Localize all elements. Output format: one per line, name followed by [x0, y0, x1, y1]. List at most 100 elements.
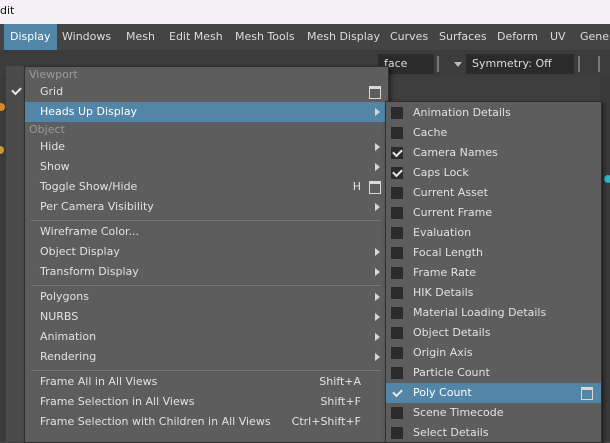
checkbox[interactable]: [391, 427, 403, 439]
menu-curves[interactable]: Curves: [384, 24, 434, 50]
hud-item-current-frame[interactable]: Current Frame: [386, 203, 601, 223]
checkbox[interactable]: [391, 367, 403, 379]
checkbox[interactable]: [391, 146, 403, 159]
menu-item-transform-display[interactable]: Transform Display: [25, 262, 388, 282]
checkbox[interactable]: [391, 407, 403, 419]
check-icon: [392, 166, 403, 178]
panel-indicator-icon: [604, 175, 610, 183]
checkbox[interactable]: [391, 107, 403, 119]
hud-item-animation-details[interactable]: Animation Details: [386, 103, 601, 123]
menu-item-grid[interactable]: Grid: [25, 82, 388, 102]
hud-item-material-loading-details[interactable]: Material Loading Details: [386, 303, 601, 323]
divider: [31, 220, 381, 221]
menu-item-frame-all[interactable]: Frame All in All Views Shift+A: [25, 372, 388, 392]
menu-surfaces[interactable]: Surfaces: [433, 24, 493, 50]
hud-item-particle-count[interactable]: Particle Count: [386, 363, 601, 383]
menu-bar: Display Windows Mesh Edit Mesh Mesh Tool…: [0, 24, 610, 51]
checkbox[interactable]: [391, 307, 403, 319]
shortcut: Shift+A: [319, 375, 361, 388]
submenu-arrow-icon: [375, 313, 380, 321]
checkbox[interactable]: [391, 267, 403, 279]
check-icon: [392, 386, 403, 398]
menu-deform[interactable]: Deform: [491, 24, 544, 50]
checkbox[interactable]: [391, 227, 403, 239]
hud-item-caps-lock[interactable]: Caps Lock: [386, 163, 601, 183]
hud-item-frame-rate[interactable]: Frame Rate: [386, 263, 601, 283]
menu-item-heads-up-display[interactable]: Heads Up Display: [25, 102, 388, 122]
menu-uv[interactable]: UV: [544, 24, 572, 50]
menu-item-nurbs[interactable]: NURBS: [25, 307, 388, 327]
hud-item-current-asset[interactable]: Current Asset: [386, 183, 601, 203]
check-column: [6, 66, 24, 441]
hud-item-label: Caps Lock: [413, 166, 469, 179]
hud-item-label: Scene Timecode: [413, 406, 504, 419]
hud-item-poly-count[interactable]: Poly Count: [386, 383, 601, 403]
hud-item-evaluation[interactable]: Evaluation: [386, 223, 601, 243]
dropdown-arrow-icon[interactable]: [454, 62, 462, 67]
title-bar: dit: [0, 0, 610, 24]
checkbox[interactable]: [391, 127, 403, 139]
symmetry-field[interactable]: Symmetry: Off: [466, 54, 574, 74]
option-box-icon[interactable]: [581, 387, 593, 400]
hud-item-label: Current Asset: [413, 186, 488, 199]
section-viewport: Viewport: [29, 68, 78, 81]
menu-edit-mesh[interactable]: Edit Mesh: [163, 24, 229, 50]
shortcut: Ctrl+Shift+F: [291, 415, 361, 428]
checkbox[interactable]: [391, 347, 403, 359]
hud-item-label: Material Loading Details: [413, 306, 547, 319]
menu-item-toggle-show-hide[interactable]: Toggle Show/Hide H: [25, 177, 388, 197]
checkbox[interactable]: [391, 287, 403, 299]
menu-mesh-display[interactable]: Mesh Display: [301, 24, 386, 50]
menu-item-show[interactable]: Show: [25, 157, 388, 177]
menu-item-animation[interactable]: Animation: [25, 327, 388, 347]
hud-item-camera-names[interactable]: Camera Names: [386, 143, 601, 163]
menu-item-frame-selection-children[interactable]: Frame Selection with Children in All Vie…: [25, 412, 388, 432]
menu-display[interactable]: Display: [4, 24, 57, 50]
hud-item-label: HIK Details: [413, 286, 474, 299]
checkbox[interactable]: [391, 187, 403, 199]
separator: [578, 56, 580, 72]
hud-item-hik-details[interactable]: HIK Details: [386, 283, 601, 303]
hud-item-label: Poly Count: [413, 386, 472, 399]
hud-item-select-details[interactable]: Select Details: [386, 423, 601, 443]
menu-item-per-camera-visibility[interactable]: Per Camera Visibility: [25, 197, 388, 217]
hud-item-label: Frame Rate: [413, 266, 476, 279]
checkbox[interactable]: [391, 166, 403, 179]
menu-mesh[interactable]: Mesh: [120, 24, 161, 50]
hud-item-scene-timecode[interactable]: Scene Timecode: [386, 403, 601, 423]
submenu-arrow-icon: [375, 268, 380, 276]
submenu-arrow-icon: [375, 203, 380, 211]
checkbox[interactable]: [391, 386, 403, 399]
menu-item-hide[interactable]: Hide: [25, 137, 388, 157]
checkbox[interactable]: [391, 207, 403, 219]
section-object: Object: [29, 123, 65, 136]
hud-item-label: Select Details: [413, 426, 489, 439]
hud-item-label: Particle Count: [413, 366, 490, 379]
menu-windows[interactable]: Windows: [56, 24, 117, 50]
divider: [31, 370, 381, 371]
menu-item-rendering[interactable]: Rendering: [25, 347, 388, 367]
option-box-icon[interactable]: [369, 181, 381, 194]
menu-item-wireframe-color[interactable]: Wireframe Color...: [25, 222, 388, 242]
option-box-icon[interactable]: [369, 86, 381, 99]
display-menu: Viewport Grid Heads Up Display Object Hi…: [24, 66, 389, 443]
menu-generate[interactable]: Gener: [574, 24, 610, 50]
separator: [437, 56, 439, 72]
hud-item-label: Object Details: [413, 326, 491, 339]
submenu-arrow-icon: [375, 353, 380, 361]
checkbox[interactable]: [391, 327, 403, 339]
heads-up-display-submenu: Animation Details Cache Camera Names Caps L…: [385, 101, 602, 443]
menu-mesh-tools[interactable]: Mesh Tools: [229, 24, 301, 50]
menu-item-object-display[interactable]: Object Display: [25, 242, 388, 262]
hud-item-origin-axis[interactable]: Origin Axis: [386, 343, 601, 363]
submenu-arrow-icon: [375, 108, 380, 116]
menu-item-polygons[interactable]: Polygons: [25, 287, 388, 307]
hud-item-object-details[interactable]: Object Details: [386, 323, 601, 343]
shortcut: H: [352, 180, 361, 193]
hud-item-focal-length[interactable]: Focal Length: [386, 243, 601, 263]
checkbox[interactable]: [391, 247, 403, 259]
hud-item-cache[interactable]: Cache: [386, 123, 601, 143]
hud-item-label: Cache: [413, 126, 448, 139]
submenu-arrow-icon: [375, 163, 380, 171]
menu-item-frame-selection[interactable]: Frame Selection in All Views Shift+F: [25, 392, 388, 412]
